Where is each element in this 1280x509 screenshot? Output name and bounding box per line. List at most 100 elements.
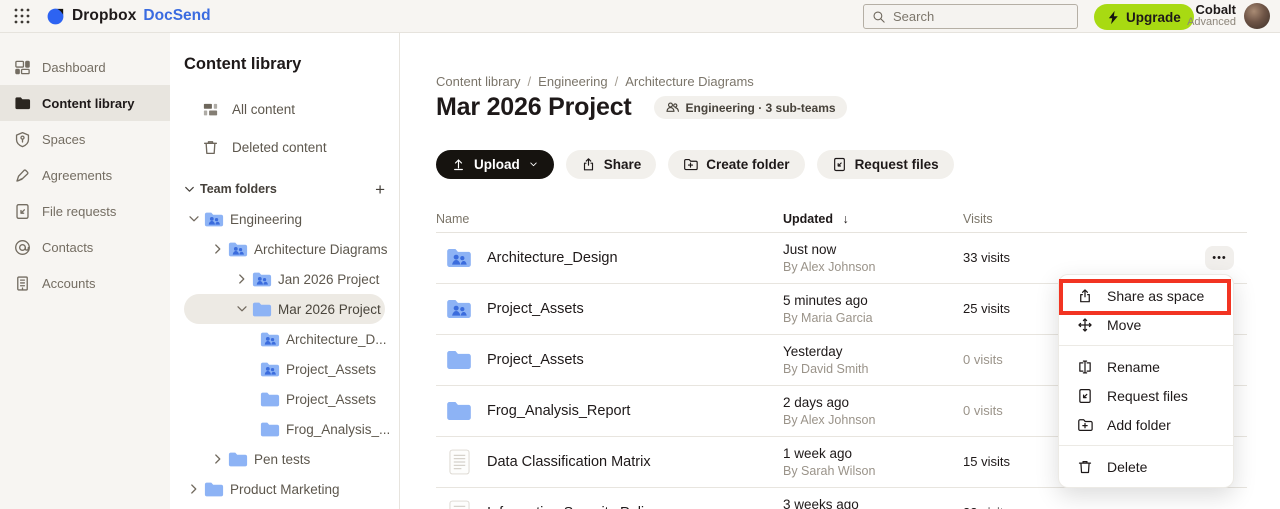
add-folder-icon (1077, 417, 1093, 433)
row-updated-by: By Alex Johnson (783, 260, 875, 274)
sidebar-item-label: Accounts (42, 276, 95, 291)
brand-logo[interactable]: Dropbox DocSend (46, 7, 211, 26)
library-shortcuts: All content Deleted content (170, 90, 399, 166)
row-updated-by: By David Smith (783, 362, 868, 376)
trash-icon (1077, 459, 1093, 475)
context-menu: Share as space Move Rename Request files… (1058, 274, 1234, 488)
row-updated: Just now (783, 242, 836, 257)
column-header-name[interactable]: Name (436, 212, 469, 226)
folder-icon (260, 421, 280, 438)
tree-item-label: Jan 2026 Project (278, 272, 379, 287)
tree-item-architecture-diagrams[interactable]: Architecture Diagrams (184, 234, 385, 264)
sidebar-item-agreements[interactable]: Agreements (0, 157, 170, 193)
updated-header-label: Updated (783, 212, 833, 226)
apps-grid-icon-glyph (14, 8, 30, 24)
file-request-icon (1077, 388, 1093, 404)
folder-tree: Engineering Architecture Diagrams Jan 20… (170, 204, 399, 504)
search-box[interactable] (863, 4, 1078, 29)
upgrade-label: Upgrade (1126, 10, 1181, 25)
menu-item-add-folder[interactable]: Add folder (1059, 410, 1233, 439)
row-updated: 5 minutes ago (783, 293, 868, 308)
action-buttons: Upload Share Create folder Request files (436, 150, 954, 179)
tree-item-architecture-d[interactable]: Architecture_D... (184, 324, 385, 354)
share-icon (1077, 288, 1093, 304)
tree-item-frog-analysis[interactable]: Frog_Analysis_... (184, 414, 385, 444)
library-panel-title: Content library (184, 55, 399, 74)
shortcut-all-content[interactable]: All content (170, 90, 399, 128)
row-visits: 33 visits (963, 250, 1010, 265)
column-header-visits[interactable]: Visits (963, 212, 993, 226)
menu-item-label: Request files (1107, 388, 1188, 404)
tree-item-project-assets[interactable]: Project_Assets (184, 384, 385, 414)
tree-item-product-marketing[interactable]: Product Marketing (184, 474, 385, 504)
shortcut-deleted-content[interactable]: Deleted content (170, 128, 399, 166)
avatar[interactable] (1244, 3, 1270, 29)
sidebar-item-content-library[interactable]: Content library (0, 85, 170, 121)
tree-item-project-assets[interactable]: Project_Assets (184, 354, 385, 384)
menu-item-delete[interactable]: Delete (1059, 452, 1233, 481)
menu-item-label: Share as space (1107, 288, 1204, 304)
breadcrumb-item-engineering[interactable]: Engineering (538, 74, 607, 89)
request-files-button[interactable]: Request files (817, 150, 954, 179)
menu-item-share-as-space[interactable]: Share as space (1059, 281, 1233, 310)
add-team-folder-button[interactable]: + (375, 182, 385, 197)
search-input[interactable] (893, 9, 1053, 24)
shared-folder-icon (252, 271, 272, 288)
team-badge-label: Engineering · 3 sub-teams (686, 101, 836, 115)
add-folder-icon (683, 157, 698, 172)
user-info: Cobalt Advanced (1187, 3, 1236, 29)
chevron-right-icon (186, 481, 202, 497)
upgrade-button[interactable]: Upgrade (1094, 4, 1194, 30)
menu-item-request-files[interactable]: Request files (1059, 381, 1233, 410)
shared-folder-icon (260, 361, 280, 378)
row-ellipsis-menu-button[interactable]: ••• (1205, 246, 1234, 270)
sidebar-item-label: Spaces (42, 132, 85, 147)
row-name: Architecture_Design (487, 250, 618, 266)
file-request-icon (832, 157, 847, 172)
tree-item-mar-2026-project[interactable]: Mar 2026 Project (184, 294, 385, 324)
breadcrumb: Content library/Engineering/Architecture… (436, 74, 754, 89)
breadcrumb-item-architecture-diagrams[interactable]: Architecture Diagrams (625, 74, 754, 89)
sidebar-item-accounts[interactable]: Accounts (0, 265, 170, 301)
trash-icon (202, 139, 219, 156)
all-content-icon (202, 101, 219, 118)
team-folders-toggle[interactable]: Team folders + (182, 174, 385, 204)
share-label: Share (604, 157, 642, 172)
bolt-icon (1107, 10, 1120, 25)
user-name: Cobalt (1187, 3, 1236, 16)
row-updated: Yesterday (783, 344, 843, 359)
upload-button[interactable]: Upload (436, 150, 554, 179)
sidebar-item-contacts[interactable]: Contacts (0, 229, 170, 265)
sidebar-item-dashboard[interactable]: Dashboard (0, 49, 170, 85)
menu-item-move[interactable]: Move (1059, 310, 1233, 339)
table-header: Name Updated ↓ Visits (436, 205, 1247, 233)
shared-folder-icon (204, 211, 224, 228)
folder-icon (446, 400, 472, 422)
folder-icon (260, 391, 280, 408)
tree-item-jan-2026-project[interactable]: Jan 2026 Project (184, 264, 385, 294)
team-folders-label: Team folders (200, 182, 277, 196)
share-button[interactable]: Share (566, 150, 657, 179)
folder-icon (252, 301, 272, 318)
apps-grid-icon[interactable] (8, 4, 36, 28)
shared-folder-icon (228, 241, 248, 258)
tree-item-pen-tests[interactable]: Pen tests (184, 444, 385, 474)
tree-item-engineering[interactable]: Engineering (184, 204, 385, 234)
menu-item-rename[interactable]: Rename (1059, 352, 1233, 381)
sidebar-item-spaces[interactable]: Spaces (0, 121, 170, 157)
breadcrumb-item-content-library[interactable]: Content library (436, 74, 521, 89)
dropbox-logo-icon (46, 7, 65, 26)
column-header-updated[interactable]: Updated ↓ (783, 212, 849, 226)
sidebar-item-file-requests[interactable]: File requests (0, 193, 170, 229)
move-icon (1077, 317, 1093, 333)
create-folder-button[interactable]: Create folder (668, 150, 804, 179)
folder-icon (204, 481, 224, 498)
row-name: Project_Assets (487, 301, 584, 317)
menu-item-label: Add folder (1107, 417, 1171, 433)
chevron-down-icon (234, 301, 250, 317)
table-row-information-security-policy[interactable]: Information Security Policy 3 weeks ago … (436, 488, 1247, 509)
tree-item-label: Frog_Analysis_... (286, 422, 390, 437)
search-icon (872, 10, 886, 24)
user-plan: Advanced (1187, 16, 1236, 29)
chevron-down-icon (528, 159, 539, 170)
